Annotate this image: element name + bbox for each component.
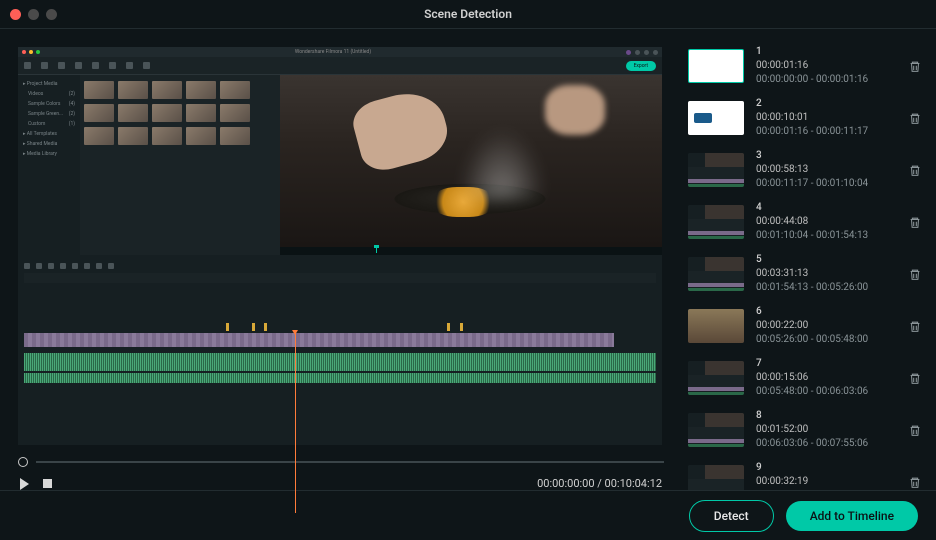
scene-info: 4 00:00:44:08 00:01:10:04 - 00:01:54:13 bbox=[756, 201, 896, 243]
mini-sidebar: ▸ Project Media Videos(2) Sample Colors(… bbox=[18, 75, 80, 255]
mini-preview-video bbox=[280, 75, 662, 255]
scene-item[interactable]: 3 00:00:58:13 00:00:11:17 - 00:01:10:04 bbox=[688, 149, 922, 191]
scene-duration: 00:01:52:00 bbox=[756, 423, 896, 437]
delete-scene-button[interactable] bbox=[908, 475, 922, 489]
scene-duration: 00:00:01:16 bbox=[756, 59, 896, 73]
footer: Detect Add to Timeline bbox=[0, 490, 936, 540]
delete-scene-button[interactable] bbox=[908, 215, 922, 229]
scene-item[interactable]: 2 00:00:10:01 00:00:01:16 - 00:00:11:17 bbox=[688, 97, 922, 139]
detect-button[interactable]: Detect bbox=[689, 500, 774, 532]
mini-timeline bbox=[18, 255, 662, 445]
scene-range: 00:01:10:04 - 00:01:54:13 bbox=[756, 229, 896, 243]
scene-info: 8 00:01:52:00 00:06:03:06 - 00:07:55:06 bbox=[756, 409, 896, 451]
scene-thumbnail[interactable] bbox=[688, 413, 744, 447]
scene-thumbnail[interactable] bbox=[688, 465, 744, 490]
preview-content: Wondershare Filmora 11 (Untitled) bbox=[18, 47, 662, 443]
scene-list[interactable]: 1 00:00:01:16 00:00:00:00 - 00:00:01:16 … bbox=[676, 29, 936, 490]
scene-item[interactable]: 1 00:00:01:16 00:00:00:00 - 00:00:01:16 bbox=[688, 45, 922, 87]
scene-range: 00:06:03:06 - 00:07:55:06 bbox=[756, 437, 896, 451]
scene-info: 2 00:00:10:01 00:00:01:16 - 00:00:11:17 bbox=[756, 97, 896, 139]
scrubber-handle[interactable] bbox=[18, 457, 28, 467]
delete-scene-button[interactable] bbox=[908, 59, 922, 73]
scrubber-track[interactable] bbox=[36, 461, 664, 463]
timecode: 00:00:00:00 / 00:10:04:12 bbox=[537, 477, 662, 490]
maximize-window-button[interactable] bbox=[46, 9, 57, 20]
delete-scene-button[interactable] bbox=[908, 163, 922, 177]
add-to-timeline-button[interactable]: Add to Timeline bbox=[786, 501, 918, 531]
scene-info: 5 00:03:31:13 00:01:54:13 - 00:05:26:00 bbox=[756, 253, 896, 295]
scene-duration: 00:00:22:00 bbox=[756, 319, 896, 333]
scene-number: 9 bbox=[756, 461, 896, 475]
mini-tabs: Export bbox=[18, 57, 662, 75]
scene-range: 00:05:48:00 - 00:06:03:06 bbox=[756, 385, 896, 399]
scene-duration: 00:00:32:19 bbox=[756, 475, 896, 489]
scene-range: 00:00:01:16 - 00:00:11:17 bbox=[756, 125, 896, 139]
scene-item[interactable]: 8 00:01:52:00 00:06:03:06 - 00:07:55:06 bbox=[688, 409, 922, 451]
scene-duration: 00:03:31:13 bbox=[756, 267, 896, 281]
delete-scene-button[interactable] bbox=[908, 111, 922, 125]
scene-duration: 00:00:15:06 bbox=[756, 371, 896, 385]
scene-thumbnail[interactable] bbox=[688, 205, 744, 239]
scene-item[interactable]: 4 00:00:44:08 00:01:10:04 - 00:01:54:13 bbox=[688, 201, 922, 243]
scene-info: 1 00:00:01:16 00:00:00:00 - 00:00:01:16 bbox=[756, 45, 896, 87]
minimize-window-button[interactable] bbox=[28, 9, 39, 20]
preview-frame: Wondershare Filmora 11 (Untitled) bbox=[18, 47, 662, 443]
scene-info: 6 00:00:22:00 00:05:26:00 - 00:05:48:00 bbox=[756, 305, 896, 347]
scene-range: 00:05:26:00 - 00:05:48:00 bbox=[756, 333, 896, 347]
close-window-button[interactable] bbox=[10, 9, 21, 20]
scene-info: 9 00:00:32:19 00:07:55:06 - 00:08:28:00 bbox=[756, 461, 896, 490]
delete-scene-button[interactable] bbox=[908, 371, 922, 385]
scene-duration: 00:00:58:13 bbox=[756, 163, 896, 177]
main-area: Wondershare Filmora 11 (Untitled) bbox=[0, 28, 936, 490]
playback-controls-row: 00:00:00:00 / 00:10:04:12 bbox=[18, 477, 664, 490]
scene-number: 4 bbox=[756, 201, 896, 215]
scene-thumbnail[interactable] bbox=[688, 153, 744, 187]
scene-number: 2 bbox=[756, 97, 896, 111]
scrubber[interactable] bbox=[18, 457, 664, 467]
mini-titlebar: Wondershare Filmora 11 (Untitled) bbox=[18, 47, 662, 57]
scene-range: 00:00:00:00 - 00:00:01:16 bbox=[756, 73, 896, 87]
scene-range: 00:00:11:17 - 00:01:10:04 bbox=[756, 177, 896, 191]
window-title: Scene Detection bbox=[424, 7, 512, 21]
scene-info: 7 00:00:15:06 00:05:48:00 - 00:06:03:06 bbox=[756, 357, 896, 399]
scene-item[interactable]: 7 00:00:15:06 00:05:48:00 - 00:06:03:06 bbox=[688, 357, 922, 399]
scene-thumbnail[interactable] bbox=[688, 361, 744, 395]
mini-media-grid bbox=[80, 75, 280, 255]
stop-button[interactable] bbox=[43, 479, 52, 488]
delete-scene-button[interactable] bbox=[908, 319, 922, 333]
scene-range: 00:07:55:06 - 00:08:28:00 bbox=[756, 489, 896, 490]
scene-number: 7 bbox=[756, 357, 896, 371]
scene-number: 3 bbox=[756, 149, 896, 163]
play-button[interactable] bbox=[20, 478, 29, 490]
scene-duration: 00:00:44:08 bbox=[756, 215, 896, 229]
scene-number: 1 bbox=[756, 45, 896, 59]
delete-scene-button[interactable] bbox=[908, 423, 922, 437]
scene-number: 5 bbox=[756, 253, 896, 267]
scene-thumbnail[interactable] bbox=[688, 101, 744, 135]
scene-range: 00:01:54:13 - 00:05:26:00 bbox=[756, 281, 896, 295]
scene-thumbnail[interactable] bbox=[688, 49, 744, 83]
scene-info: 3 00:00:58:13 00:00:11:17 - 00:01:10:04 bbox=[756, 149, 896, 191]
scene-duration: 00:00:10:01 bbox=[756, 111, 896, 125]
scene-number: 6 bbox=[756, 305, 896, 319]
scene-number: 8 bbox=[756, 409, 896, 423]
scene-thumbnail[interactable] bbox=[688, 309, 744, 343]
scene-item[interactable]: 6 00:00:22:00 00:05:26:00 - 00:05:48:00 bbox=[688, 305, 922, 347]
scene-item[interactable]: 5 00:03:31:13 00:01:54:13 - 00:05:26:00 bbox=[688, 253, 922, 295]
scene-item[interactable]: 9 00:00:32:19 00:07:55:06 - 00:08:28:00 bbox=[688, 461, 922, 490]
traffic-lights bbox=[10, 9, 57, 20]
preview-panel: Wondershare Filmora 11 (Untitled) bbox=[0, 29, 676, 490]
delete-scene-button[interactable] bbox=[908, 267, 922, 281]
titlebar: Scene Detection bbox=[0, 0, 936, 28]
scene-thumbnail[interactable] bbox=[688, 257, 744, 291]
